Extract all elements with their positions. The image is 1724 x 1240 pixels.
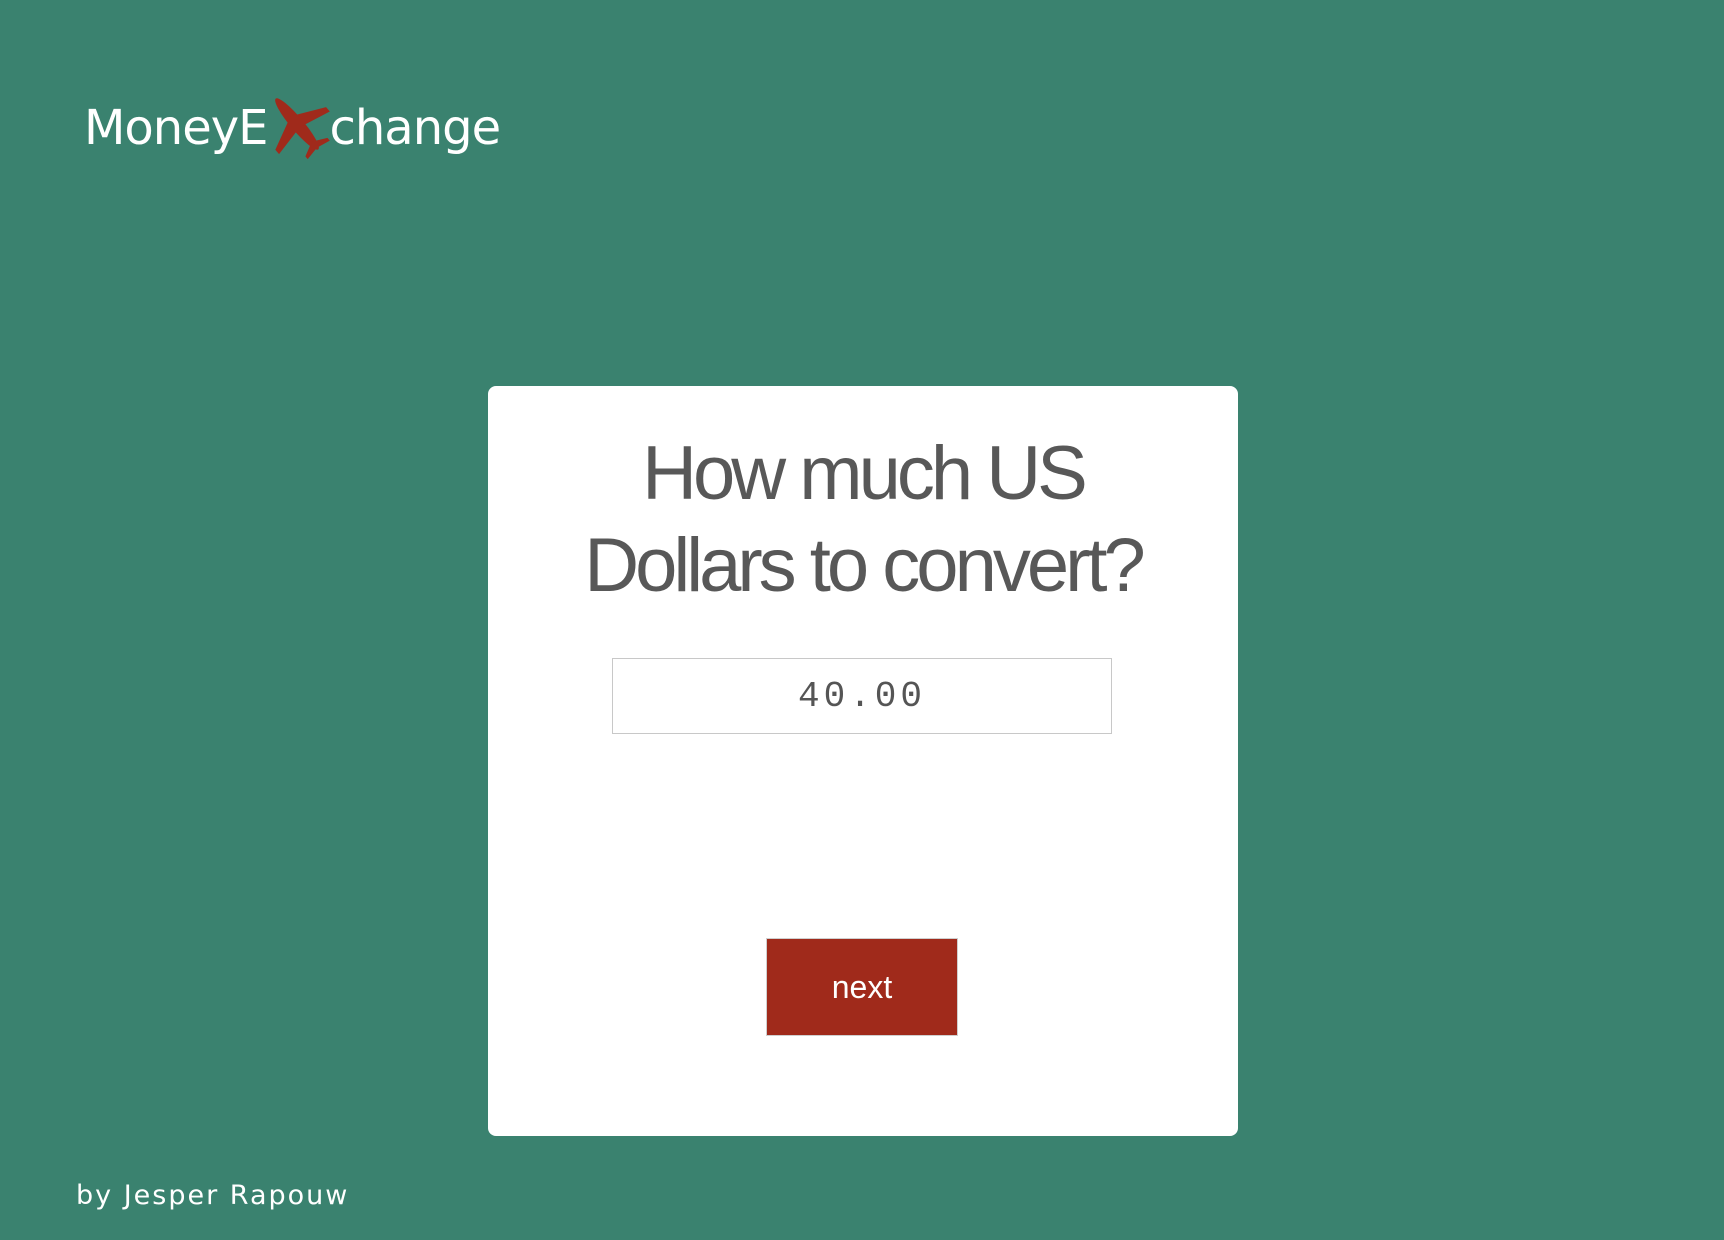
question-title: How much US Dollars to convert? bbox=[528, 428, 1198, 612]
airplane-icon bbox=[261, 88, 333, 160]
app-logo: MoneyE change bbox=[84, 88, 501, 168]
author-credit: by Jesper Rapouw bbox=[76, 1180, 350, 1211]
conversion-card: How much US Dollars to convert? next bbox=[488, 386, 1238, 1136]
amount-input[interactable] bbox=[612, 658, 1112, 734]
logo-text-prefix: MoneyE bbox=[84, 100, 268, 156]
logo-text-suffix: change bbox=[329, 100, 501, 156]
question-line-1: How much US bbox=[642, 431, 1088, 516]
question-line-2: Dollars to convert? bbox=[584, 523, 1146, 608]
next-button[interactable]: next bbox=[766, 938, 958, 1036]
